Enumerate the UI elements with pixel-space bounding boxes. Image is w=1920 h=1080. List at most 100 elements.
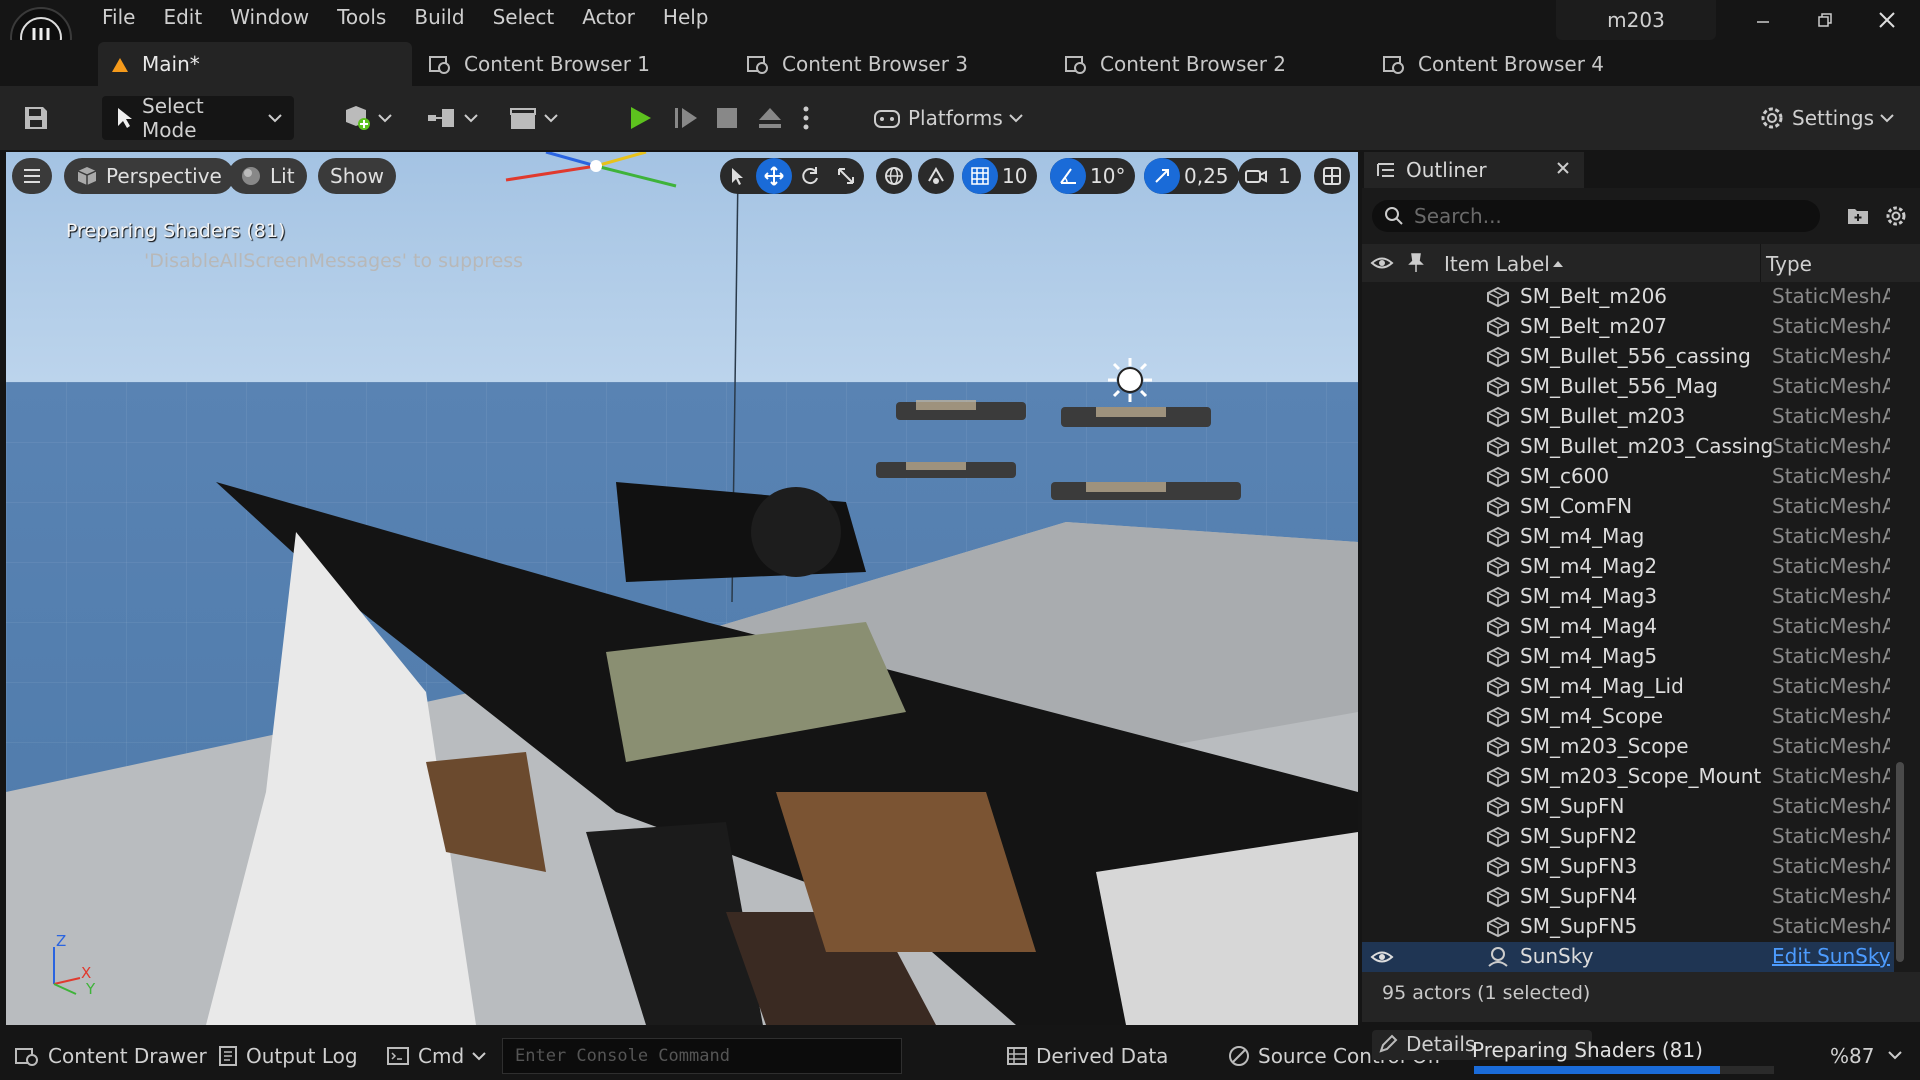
search-placeholder: Search...: [1414, 204, 1502, 228]
menu-select[interactable]: Select: [479, 0, 569, 34]
scale-snap-value[interactable]: 0,25: [1180, 164, 1239, 188]
list-item[interactable]: SM_m4_Mag3 StaticMeshAc: [1362, 582, 1894, 612]
platforms-button[interactable]: Platforms: [872, 96, 1023, 140]
outliner-scrollbar[interactable]: [1896, 762, 1904, 962]
perspective-button[interactable]: Perspective: [64, 158, 234, 194]
settings-button[interactable]: Settings: [1758, 96, 1894, 140]
tab-content-browser-3[interactable]: Content Browser 3: [746, 42, 968, 86]
list-item[interactable]: SM_Bullet_m203 StaticMeshAc: [1362, 402, 1894, 432]
pin-column-icon[interactable]: [1408, 252, 1424, 274]
list-item[interactable]: SM_SupFN2 StaticMeshAc: [1362, 822, 1894, 852]
visibility-column-eye-icon[interactable]: [1370, 253, 1394, 273]
type-column[interactable]: Type: [1766, 252, 1812, 276]
output-log-button[interactable]: Output Log: [218, 1038, 358, 1074]
outliner-tab[interactable]: Outliner: [1364, 152, 1584, 188]
list-item[interactable]: SM_m203_Scope StaticMeshAc: [1362, 732, 1894, 762]
viewport-layout-icon[interactable]: [1314, 158, 1350, 194]
list-item[interactable]: SM_m4_Scope StaticMeshAc: [1362, 702, 1894, 732]
menu-tools[interactable]: Tools: [323, 0, 400, 34]
list-item[interactable]: SM_m4_Mag2 StaticMeshAc: [1362, 552, 1894, 582]
outliner-search-input[interactable]: Search...: [1372, 200, 1820, 232]
rotate-tool-icon[interactable]: [792, 158, 828, 194]
list-item[interactable]: SM_Bullet_m203_CassingStaticMeshAc: [1362, 432, 1894, 462]
select-tool-icon[interactable]: [720, 158, 756, 194]
angle-snap-icon[interactable]: [1050, 158, 1086, 194]
menu-file[interactable]: File: [88, 0, 149, 34]
list-item[interactable]: SM_ComFN StaticMeshAc: [1362, 492, 1894, 522]
close-icon[interactable]: [1556, 161, 1570, 175]
advance-frame-icon[interactable]: [672, 96, 700, 140]
rotation-snap-value[interactable]: 10°: [1086, 164, 1135, 188]
eject-icon[interactable]: [756, 96, 784, 140]
menu-help[interactable]: Help: [649, 0, 723, 34]
viewport-menu-button[interactable]: [12, 158, 52, 194]
restore-icon[interactable]: [1794, 0, 1856, 40]
menu-edit[interactable]: Edit: [149, 0, 216, 34]
tab-content-browser-2[interactable]: Content Browser 2: [1064, 42, 1286, 86]
scale-tool-icon[interactable]: [828, 158, 864, 194]
list-item[interactable]: SM_Belt_m206 StaticMeshAc: [1362, 282, 1894, 312]
list-item[interactable]: SM_SupFN StaticMeshAc: [1362, 792, 1894, 822]
outliner-settings-gear-icon[interactable]: [1884, 204, 1908, 228]
item-label-column[interactable]: Item Label: [1444, 252, 1550, 276]
globe-icon[interactable]: [876, 158, 912, 194]
stop-icon[interactable]: [714, 96, 740, 140]
show-button[interactable]: Show: [318, 158, 396, 194]
lit-button[interactable]: Lit: [228, 158, 307, 194]
item-name: SM_Belt_m206: [1520, 284, 1668, 308]
grid-snap-control[interactable]: 10: [962, 158, 1038, 194]
select-mode-button[interactable]: Select Mode: [102, 94, 294, 142]
list-item[interactable]: SM_c600 StaticMeshAc: [1362, 462, 1894, 492]
more-options-icon[interactable]: [802, 96, 810, 140]
content-drawer-button[interactable]: Content Drawer: [14, 1038, 207, 1074]
edit-sunsky-link[interactable]: Edit SunSky: [1772, 944, 1890, 968]
translate-tool-icon[interactable]: [756, 158, 792, 194]
scale-snap-icon[interactable]: [1144, 158, 1180, 194]
menu-actor[interactable]: Actor: [568, 0, 649, 34]
camera-icon[interactable]: [1238, 158, 1274, 194]
blueprint-button[interactable]: [426, 96, 478, 140]
camera-speed-value[interactable]: 1: [1274, 164, 1301, 188]
list-item[interactable]: SM_SupFN3 StaticMeshAc: [1362, 852, 1894, 882]
list-item[interactable]: SM_m4_Mag_Lid StaticMeshAc: [1362, 672, 1894, 702]
static-mesh-icon: [1486, 286, 1510, 308]
cmd-button[interactable]: Cmd: [386, 1038, 486, 1074]
list-item[interactable]: SM_m4_Mag StaticMeshAc: [1362, 522, 1894, 552]
save-icon[interactable]: [22, 96, 50, 140]
tab-content-browser-4[interactable]: Content Browser 4: [1382, 42, 1604, 86]
list-item[interactable]: SM_Bullet_556_Mag StaticMeshAc: [1362, 372, 1894, 402]
item-type: StaticMeshAc: [1772, 404, 1890, 428]
camera-speed-control[interactable]: 1: [1238, 158, 1301, 194]
list-item[interactable]: SM_Bullet_556_cassing StaticMeshAc: [1362, 342, 1894, 372]
scale-snap-control[interactable]: 0,25: [1144, 158, 1239, 194]
sunsky-actor-icon: [1486, 946, 1510, 968]
list-item[interactable]: SM_Belt_m207 StaticMeshAc: [1362, 312, 1894, 342]
item-type: StaticMeshAc: [1772, 554, 1890, 578]
derived-data-button[interactable]: Derived Data: [1006, 1038, 1168, 1074]
level-viewport[interactable]: Z X Y Perspective Lit Show 10 10° 0,25 1…: [6, 152, 1358, 1025]
list-item[interactable]: SM_m4_Mag5 StaticMeshAc: [1362, 642, 1894, 672]
tab-main[interactable]: Main*: [98, 42, 412, 86]
minimize-icon[interactable]: [1732, 0, 1794, 40]
play-icon[interactable]: [626, 96, 654, 140]
add-folder-icon[interactable]: [1846, 204, 1870, 228]
list-item[interactable]: SM_SupFN5 StaticMeshAc: [1362, 912, 1894, 942]
close-window-icon[interactable]: [1856, 0, 1918, 40]
surface-snap-icon[interactable]: [918, 158, 954, 194]
list-item[interactable]: SM_SupFN4 StaticMeshAc: [1362, 882, 1894, 912]
rotation-snap-control[interactable]: 10°: [1050, 158, 1136, 194]
list-item-selected[interactable]: SunSky Edit SunSky: [1362, 942, 1894, 972]
menu-build[interactable]: Build: [400, 0, 478, 34]
tab-content-browser-1[interactable]: Content Browser 1: [428, 42, 650, 86]
item-type: StaticMeshAc: [1772, 524, 1890, 548]
list-item[interactable]: SM_m4_Mag4 StaticMeshAc: [1362, 612, 1894, 642]
list-item[interactable]: SM_m203_Scope_Mount StaticMeshAc: [1362, 762, 1894, 792]
grid-snap-value[interactable]: 10: [998, 164, 1037, 188]
visibility-eye-icon[interactable]: [1370, 947, 1394, 967]
grid-snap-icon[interactable]: [962, 158, 998, 194]
menu-window[interactable]: Window: [216, 0, 323, 34]
cinematics-button[interactable]: [508, 96, 558, 140]
chevron-down-icon[interactable]: [1888, 1050, 1902, 1060]
console-command-input[interactable]: Enter Console Command: [502, 1038, 902, 1074]
add-actor-button[interactable]: [342, 96, 392, 140]
